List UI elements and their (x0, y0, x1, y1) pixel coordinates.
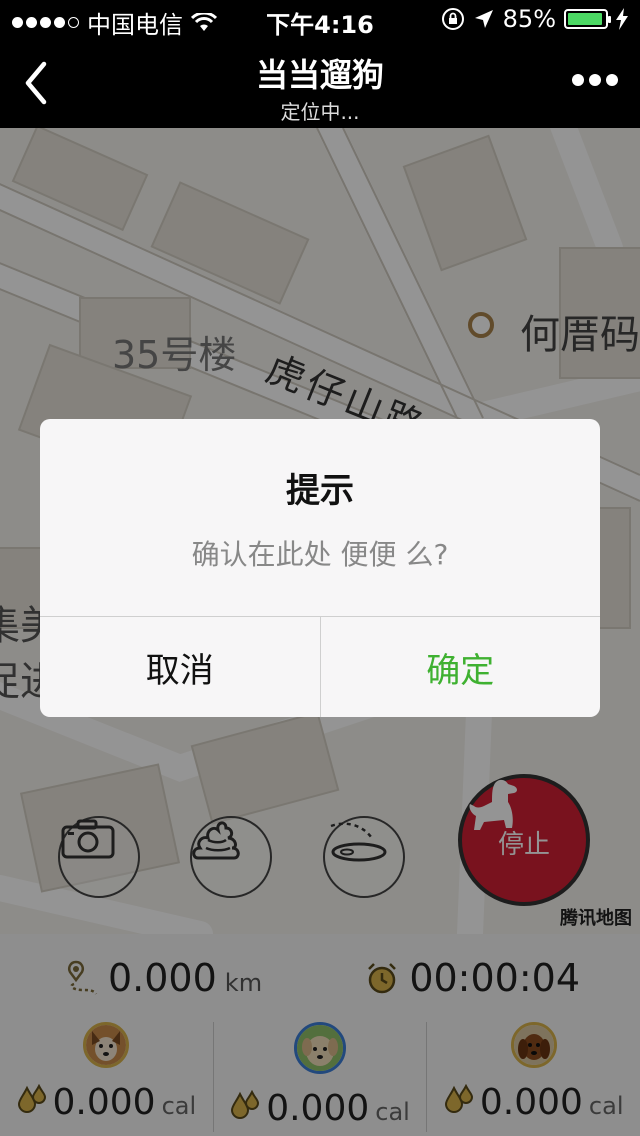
cancel-button[interactable]: 取消 (40, 617, 320, 717)
dialog-title: 提示 (286, 471, 354, 511)
navigation-bar: 当当遛狗 定位中... (0, 40, 640, 128)
confirm-dialog: 提示 确认在此处 便便 么? 取消 确定 (40, 419, 600, 717)
page-title: 当当遛狗 (255, 56, 384, 94)
confirm-button[interactable]: 确定 (319, 617, 601, 717)
page-subtitle: 定位中... (280, 100, 360, 124)
charging-bolt-icon (616, 8, 628, 30)
dialog-actions: 取消 确定 (40, 616, 600, 717)
battery-icon (564, 9, 611, 29)
battery-percent: 85% (502, 5, 556, 33)
location-arrow-icon (474, 10, 493, 28)
more-options-icon[interactable] (572, 74, 618, 86)
orientation-lock-icon (441, 8, 464, 30)
status-bar: 中国电信 下午4:16 85% (0, 0, 640, 40)
dialog-message: 确认在此处 便便 么? (191, 538, 449, 571)
